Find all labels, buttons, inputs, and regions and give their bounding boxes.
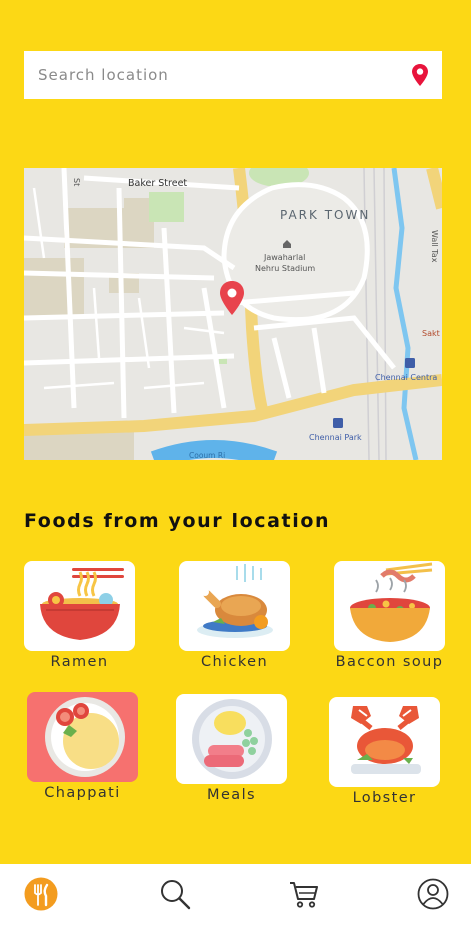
map-label-stadium-2: Nehru Stadium xyxy=(255,264,315,273)
food-tile-selected[interactable] xyxy=(27,692,138,782)
chappati-plate-icon xyxy=(39,693,127,781)
bacon-soup-icon xyxy=(342,562,438,650)
food-tile[interactable] xyxy=(176,694,287,784)
food-tile[interactable] xyxy=(179,561,290,651)
food-tile[interactable] xyxy=(334,561,445,651)
ramen-bowl-icon xyxy=(32,562,128,650)
map-label-park-town: PARK TOWN xyxy=(280,208,370,222)
food-label: Chappati xyxy=(44,785,121,801)
map-label-stadium-1: Jawaharlal xyxy=(263,253,305,262)
user-icon xyxy=(417,878,449,914)
food-label: Ramen xyxy=(50,654,109,670)
food-item-ramen[interactable]: Ramen xyxy=(24,561,135,670)
search-icon xyxy=(159,878,191,914)
map-label-cooum: Cooum Ri xyxy=(189,451,225,460)
location-map[interactable]: Baker Street St PARK TOWN Jawaharlal Neh… xyxy=(24,168,442,460)
cart-icon xyxy=(288,878,320,914)
food-item-bacon-soup[interactable]: Baccon soup xyxy=(334,561,445,670)
food-item-meals[interactable]: Meals xyxy=(176,694,287,803)
map-label-chennai-central: Chennai Centra xyxy=(375,373,437,382)
food-item-chicken[interactable]: Chicken xyxy=(179,561,290,670)
search-input[interactable] xyxy=(38,66,412,84)
map-label-wall: Wall Tax xyxy=(430,230,439,263)
nav-restaurant-button[interactable] xyxy=(23,877,59,915)
section-title: Foods from your location xyxy=(24,510,331,532)
nav-profile-button[interactable] xyxy=(415,878,451,914)
map-label-chennai-park: Chennai Park xyxy=(309,433,362,442)
food-tile[interactable] xyxy=(24,561,135,651)
lobster-icon xyxy=(337,698,433,786)
food-item-chappati[interactable]: Chappati xyxy=(27,692,138,801)
map-label-sakt: Sakt xyxy=(422,329,440,338)
food-label: Baccon soup xyxy=(335,654,444,670)
bottom-nav xyxy=(0,864,471,926)
meals-plate-icon xyxy=(184,695,280,783)
map-pin-icon[interactable] xyxy=(412,64,428,86)
map-label-baker-street: Baker Street xyxy=(128,178,187,189)
food-label: Meals xyxy=(207,787,256,803)
roast-chicken-icon xyxy=(187,562,283,650)
food-label: Lobster xyxy=(352,790,417,806)
fork-knife-icon xyxy=(24,877,58,915)
food-tile[interactable] xyxy=(329,697,440,787)
map-label-st: St xyxy=(72,178,81,186)
nav-search-button[interactable] xyxy=(157,878,193,914)
food-label: Chicken xyxy=(200,654,269,670)
nav-cart-button[interactable] xyxy=(286,878,322,914)
search-bar[interactable] xyxy=(24,51,442,99)
food-item-lobster[interactable]: Lobster xyxy=(329,697,440,806)
